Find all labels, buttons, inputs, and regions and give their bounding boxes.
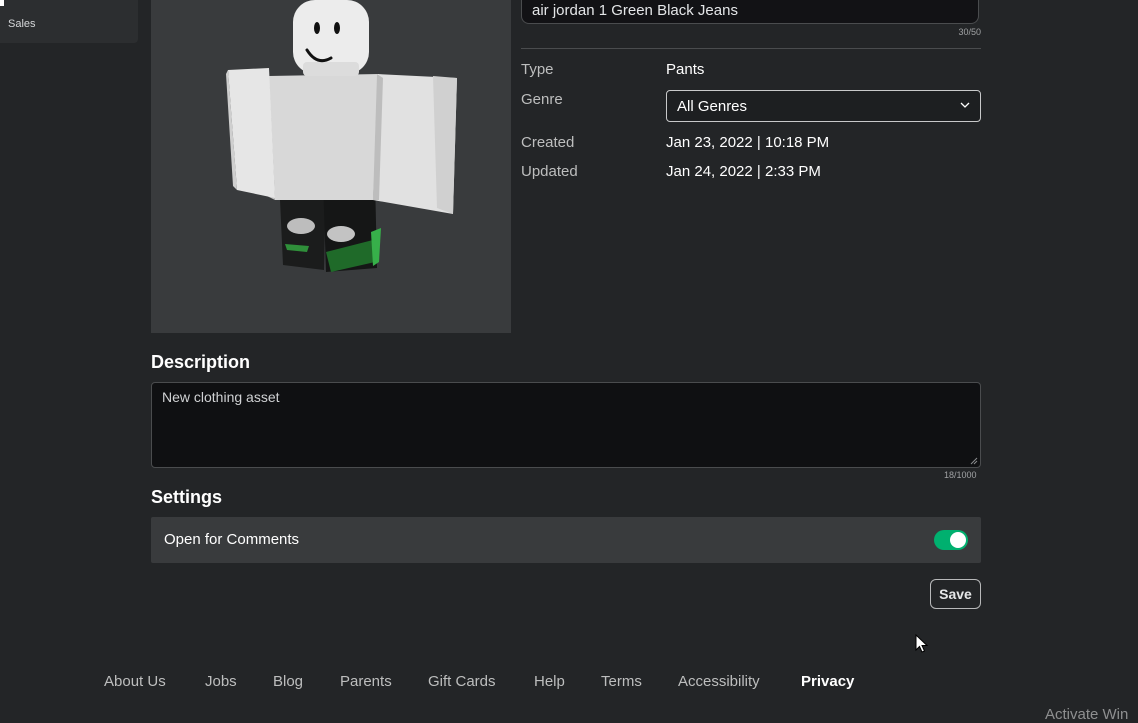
genre-select[interactable]: All Genres bbox=[666, 90, 981, 122]
description-textarea[interactable]: New clothing asset bbox=[151, 382, 981, 468]
footer-link-accessibility[interactable]: Accessibility bbox=[678, 673, 760, 690]
footer-link-parents[interactable]: Parents bbox=[340, 673, 392, 690]
name-char-count: 30/50 bbox=[958, 27, 981, 37]
description-text: New clothing asset bbox=[162, 389, 280, 405]
footer-link-terms[interactable]: Terms bbox=[601, 673, 642, 690]
asset-name-input[interactable]: air jordan 1 Green Black Jeans bbox=[521, 0, 979, 24]
avatar-preview bbox=[151, 0, 511, 333]
created-value: Jan 23, 2022 | 10:18 PM bbox=[666, 134, 830, 151]
comments-setting-row: Open for Comments bbox=[151, 517, 981, 563]
created-label: Created bbox=[521, 134, 575, 151]
save-button[interactable]: Save bbox=[930, 579, 981, 609]
footer-link-blog[interactable]: Blog bbox=[273, 673, 303, 690]
divider bbox=[521, 48, 981, 49]
genre-label: Genre bbox=[521, 91, 563, 108]
updated-label: Updated bbox=[521, 163, 578, 180]
sidebar-active-marker bbox=[0, 0, 4, 6]
settings-heading: Settings bbox=[151, 487, 223, 507]
footer-link-jobs[interactable]: Jobs bbox=[205, 673, 237, 690]
avatar-3d-model bbox=[226, 0, 457, 272]
resize-grip-icon[interactable] bbox=[970, 457, 978, 465]
mouse-pointer-icon bbox=[915, 634, 929, 653]
chevron-down-icon bbox=[960, 102, 970, 108]
footer-link-help[interactable]: Help bbox=[534, 673, 565, 690]
description-char-count: 18/1000 bbox=[944, 470, 977, 480]
sidebar: Sales bbox=[0, 0, 138, 43]
footer-link-gift-cards[interactable]: Gift Cards bbox=[428, 673, 496, 690]
description-heading: Description bbox=[151, 352, 251, 372]
sidebar-item-sales[interactable]: Sales bbox=[8, 18, 36, 30]
footer-link-about-us[interactable]: About Us bbox=[104, 673, 166, 690]
type-label: Type bbox=[521, 61, 554, 78]
comments-setting-label: Open for Comments bbox=[164, 531, 300, 548]
updated-value: Jan 24, 2022 | 2:33 PM bbox=[666, 163, 821, 180]
type-value: Pants bbox=[666, 61, 705, 78]
activate-windows-watermark: Activate Win bbox=[1045, 706, 1129, 723]
toggle-knob bbox=[950, 532, 966, 548]
footer-link-privacy[interactable]: Privacy bbox=[801, 673, 854, 690]
comments-toggle[interactable] bbox=[934, 530, 968, 550]
genre-selected-value: All Genres bbox=[677, 98, 748, 115]
footer: About Us Jobs Blog Parents Gift Cards He… bbox=[0, 673, 1138, 693]
